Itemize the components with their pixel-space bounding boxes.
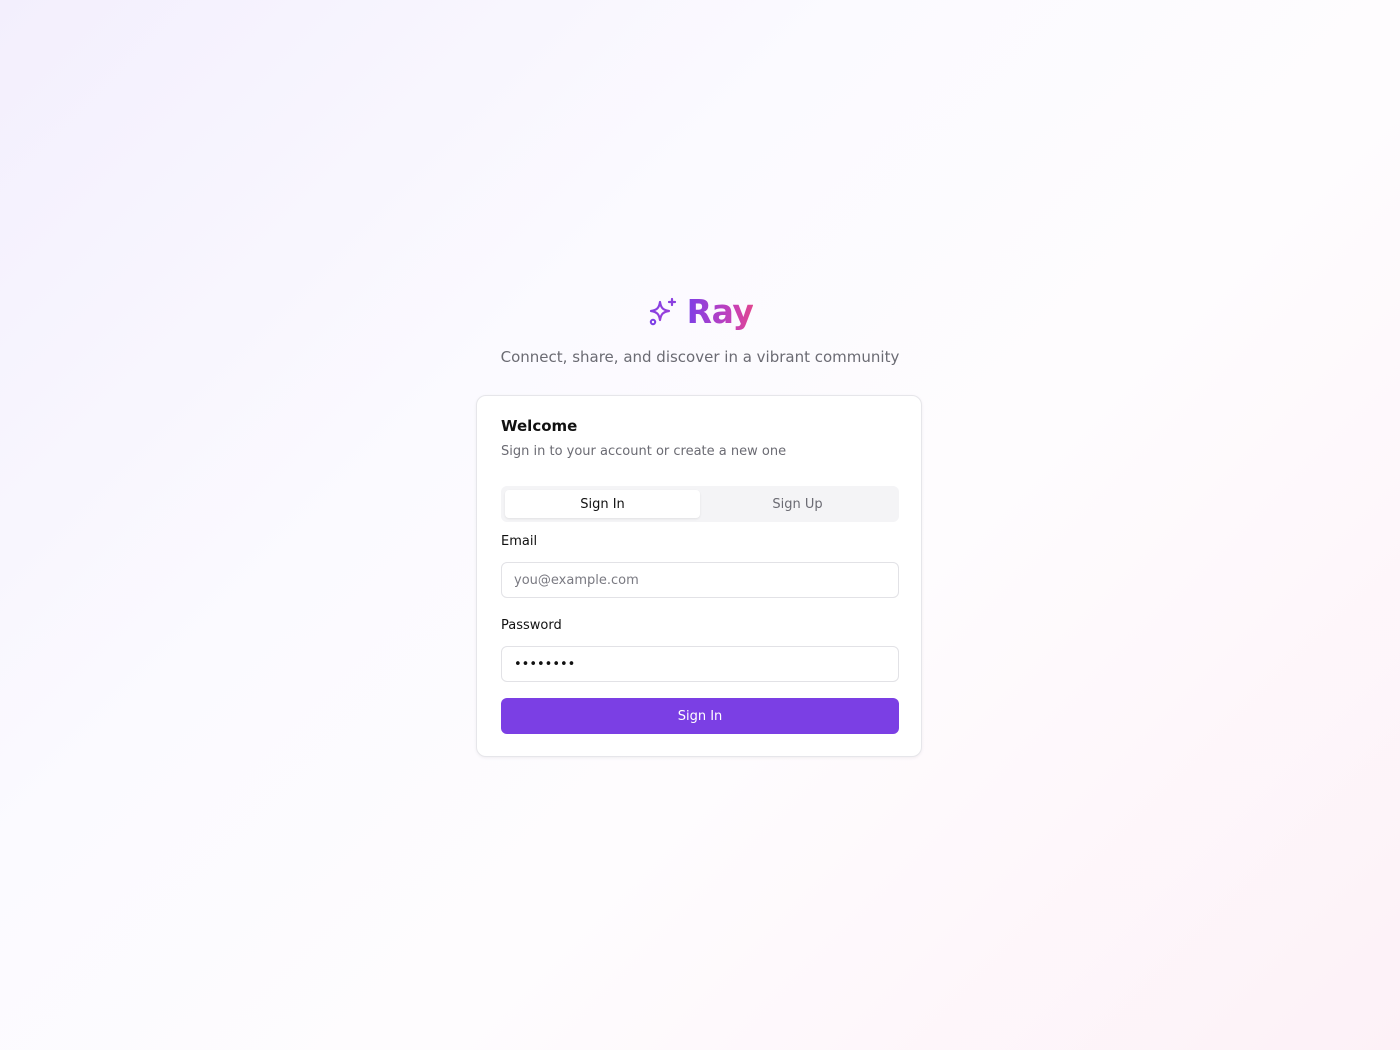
auth-tabs: Sign In Sign Up [501, 486, 899, 522]
auth-card: Welcome Sign in to your account or creat… [476, 395, 922, 757]
brand-header: Ray [0, 290, 1400, 334]
password-label: Password [501, 618, 562, 633]
sparkles-icon [647, 296, 679, 328]
sign-in-button[interactable]: Sign In [501, 698, 899, 734]
email-label: Email [501, 534, 538, 549]
app-name: Ray [687, 290, 754, 334]
card-title: Welcome [501, 417, 578, 435]
tab-sign-up[interactable]: Sign Up [700, 490, 895, 518]
app-tagline: Connect, share, and discover in a vibran… [500, 348, 900, 366]
email-field[interactable] [501, 562, 899, 598]
tab-sign-in[interactable]: Sign In [505, 490, 700, 518]
card-subtitle: Sign in to your account or create a new … [501, 444, 787, 459]
password-field[interactable] [501, 646, 899, 682]
